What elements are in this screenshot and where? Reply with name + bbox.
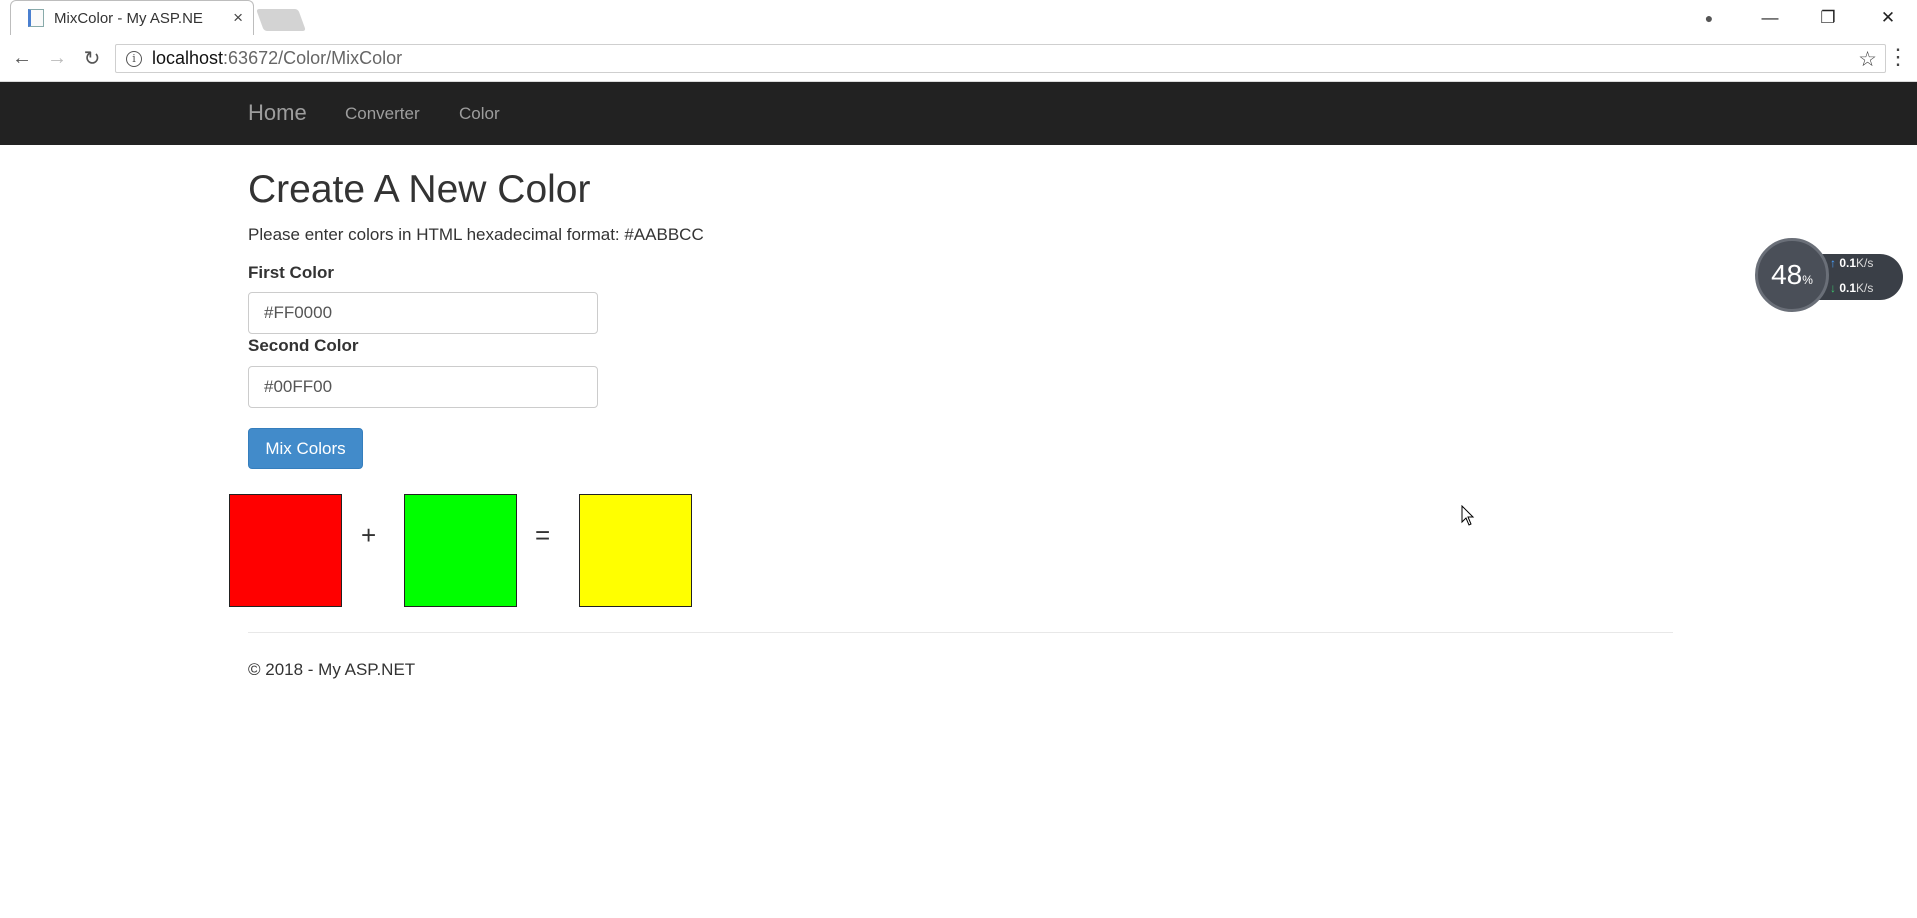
widget-percent-circle: 48%	[1755, 238, 1829, 312]
nav-brand-home[interactable]: Home	[248, 100, 307, 126]
browser-tab[interactable]: MixColor - My ASP.NE ×	[10, 0, 254, 35]
upload-unit: K/s	[1856, 256, 1874, 270]
browser-menu-icon[interactable]: ⋮	[1887, 44, 1909, 70]
first-color-label: First Color	[248, 263, 334, 282]
tab-title: MixColor - My ASP.NE	[54, 9, 203, 27]
restore-button[interactable]: ❐	[1799, 0, 1857, 35]
page-title: Create A New Color	[248, 168, 591, 211]
result-color-swatch	[579, 494, 692, 607]
site-navbar: Home Converter Color	[0, 82, 1917, 145]
second-color-swatch	[404, 494, 517, 607]
tab-strip: MixColor - My ASP.NE × ● — ❐ ✕	[0, 0, 1917, 35]
instructions-text: Please enter colors in HTML hexadecimal …	[248, 225, 704, 244]
second-color-input[interactable]: #00FF00	[248, 366, 598, 408]
back-icon[interactable]: ←	[9, 45, 35, 71]
footer-divider	[248, 632, 1673, 633]
download-arrow-icon: ↓	[1830, 281, 1836, 295]
forward-icon[interactable]: →	[44, 45, 70, 71]
system-monitor-widget[interactable]: 48% ↑ 0.1K/s ↓ 0.1K/s	[1755, 238, 1905, 312]
widget-upload-rate: ↑ 0.1K/s	[1830, 256, 1873, 270]
widget-percent-sign: %	[1802, 273, 1813, 287]
browser-window: MixColor - My ASP.NE × ● — ❐ ✕ ← → ↻ i l…	[0, 0, 1917, 918]
first-color-input[interactable]: #FF0000	[248, 292, 598, 334]
first-color-swatch	[229, 494, 342, 607]
new-tab-button[interactable]	[255, 9, 307, 31]
download-unit: K/s	[1856, 281, 1874, 295]
reload-icon[interactable]: ↻	[79, 45, 105, 71]
url-host: localhost	[152, 48, 224, 68]
site-info-icon[interactable]: i	[126, 50, 142, 67]
page-icon	[28, 9, 44, 27]
upload-value: 0.1	[1839, 256, 1857, 270]
browser-toolbar: ← → ↻ i localhost:63672/Color/MixColor ☆	[0, 35, 1917, 82]
upload-arrow-icon: ↑	[1830, 256, 1836, 270]
plus-sign: +	[361, 520, 377, 550]
widget-percent: 48	[1771, 259, 1803, 290]
nav-link-converter[interactable]: Converter	[345, 104, 420, 124]
mix-colors-button[interactable]: Mix Colors	[248, 428, 363, 469]
address-bar[interactable]: i localhost:63672/Color/MixColor ☆	[115, 44, 1886, 73]
bookmark-star-icon[interactable]: ☆	[1858, 47, 1877, 72]
nav-link-color[interactable]: Color	[459, 104, 500, 124]
second-color-label: Second Color	[248, 336, 359, 355]
url-path: :63672/Color/MixColor	[223, 48, 403, 68]
widget-download-rate: ↓ 0.1K/s	[1830, 281, 1873, 295]
mouse-cursor-icon	[1461, 505, 1475, 526]
download-value: 0.1	[1839, 281, 1857, 295]
close-tab-icon[interactable]: ×	[233, 8, 243, 28]
account-icon[interactable]: ●	[1680, 0, 1738, 35]
footer-copyright: © 2018 - My ASP.NET	[248, 660, 416, 679]
minimize-button[interactable]: —	[1741, 0, 1799, 35]
close-window-button[interactable]: ✕	[1859, 0, 1917, 35]
equals-sign: =	[535, 520, 551, 550]
